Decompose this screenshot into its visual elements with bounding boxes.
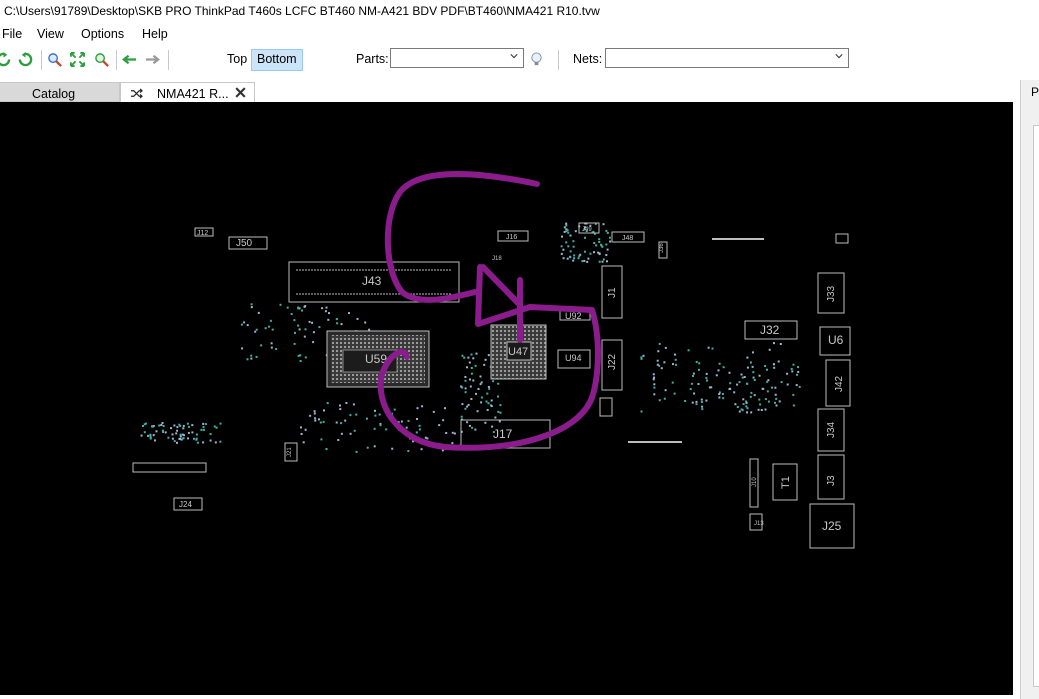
chevron-down-icon <box>835 54 843 59</box>
lightbulb-icon[interactable] <box>529 52 544 67</box>
forward-arrow-icon[interactable] <box>145 52 160 67</box>
document-tabs: Catalog NMA421 R... <box>0 80 1020 102</box>
parts-label: Parts: <box>356 52 389 66</box>
component-label[interactable]: J21 <box>287 447 293 457</box>
title-bar: C:\Users\91789\Desktop\SKB PRO ThinkPad … <box>0 0 1039 22</box>
shuffle-icon <box>131 88 143 99</box>
component-label[interactable]: J42 <box>834 375 845 392</box>
component-label[interactable]: T1 <box>780 476 792 489</box>
component-label[interactable]: J36 <box>659 243 665 253</box>
component-labels: J12J50J43U59J16J49J48J1J18U92U47 U94 J22J1… <box>179 227 845 533</box>
zoom-out-icon[interactable] <box>94 52 109 67</box>
tab-catalog[interactable]: Catalog <box>0 82 120 102</box>
component-label[interactable]: J18 <box>492 256 502 262</box>
component-label[interactable]: J12 <box>197 230 208 237</box>
nets-label: Nets: <box>573 52 603 66</box>
component-label[interactable]: J10 <box>752 477 758 487</box>
component-label[interactable]: J16 <box>506 234 517 241</box>
top-side-button[interactable]: Top <box>222 49 252 69</box>
board-view[interactable]: J12 J50 J43 U59 J16 J49 J48 J1 J18 U92 U47 U94 J22 J1… <box>0 102 1013 695</box>
component-label[interactable]: U6 <box>828 333 844 347</box>
right-panel: P <box>1020 80 1039 699</box>
menu-bar: File View Options Help <box>0 24 1039 44</box>
component-label[interactable]: J13 <box>754 521 764 527</box>
back-arrow-icon[interactable] <box>122 52 137 67</box>
chevron-down-icon <box>510 54 518 59</box>
annotation-scribble <box>377 171 601 451</box>
tab-board-file-label: NMA421 R... <box>157 87 229 101</box>
component-label[interactable]: J25 <box>822 519 842 533</box>
component-label[interactable]: J49 <box>582 227 592 233</box>
menu-file[interactable]: File <box>2 27 22 41</box>
component-label[interactable]: J24 <box>179 500 192 509</box>
parts-combobox[interactable] <box>390 48 524 68</box>
component-label[interactable]: U92 <box>565 311 582 321</box>
close-icon[interactable] <box>234 86 247 99</box>
component-label[interactable]: J22 <box>607 353 618 370</box>
component-label[interactable]: J17 <box>493 427 513 441</box>
window-title: C:\Users\91789\Desktop\SKB PRO ThinkPad … <box>4 4 600 18</box>
component-label[interactable]: J48 <box>622 235 633 242</box>
component-label[interactable]: J32 <box>760 323 780 337</box>
pcb-board-canvas[interactable]: J12J50J43U59J16J49J48J1J18U92U47 U94 J22J1… <box>0 102 1013 695</box>
tab-catalog-label: Catalog <box>32 87 76 101</box>
menu-view[interactable]: View <box>37 27 64 41</box>
right-panel-list[interactable] <box>1033 125 1039 687</box>
zoom-in-icon[interactable] <box>47 52 62 67</box>
toolbar: Top Bottom Parts: Nets: <box>0 45 1039 75</box>
component-label[interactable]: J1 <box>607 287 618 298</box>
component-label[interactable]: U47 <box>508 346 528 358</box>
bottom-side-button[interactable]: Bottom <box>251 49 303 71</box>
nets-combobox[interactable] <box>605 48 849 68</box>
via-dots <box>140 222 801 453</box>
component-label[interactable]: U94 <box>565 353 582 363</box>
menu-options[interactable]: Options <box>81 27 124 41</box>
component-label[interactable]: J34 <box>826 421 837 438</box>
right-panel-label: P <box>1031 85 1039 99</box>
menu-help[interactable]: Help <box>142 27 168 41</box>
component-outlines <box>132 222 855 549</box>
rotate-left-icon[interactable] <box>0 52 11 67</box>
component-label[interactable]: J50 <box>236 238 253 249</box>
tab-board-file[interactable]: NMA421 R... <box>120 82 255 102</box>
fit-to-window-icon[interactable] <box>70 52 85 67</box>
rotate-right-icon[interactable] <box>18 52 33 67</box>
component-label[interactable]: J3 <box>826 475 837 486</box>
component-label[interactable]: J43 <box>362 274 382 288</box>
component-label[interactable]: J33 <box>826 285 837 302</box>
